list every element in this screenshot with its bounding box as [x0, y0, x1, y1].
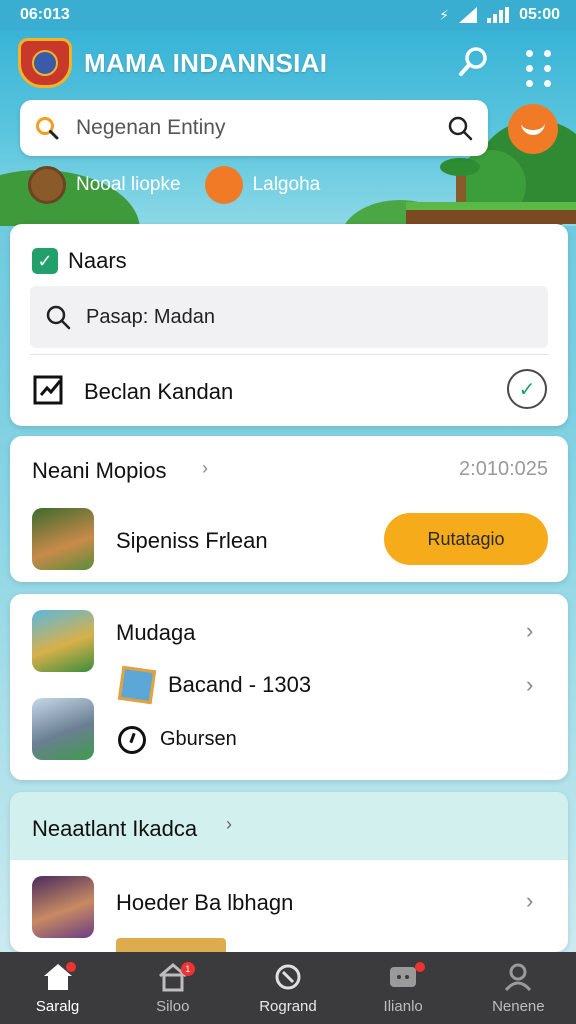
chevron-right-icon[interactable]: ›: [526, 888, 533, 914]
search-submit-icon[interactable]: [446, 114, 474, 142]
nav-label: Ilianlo: [383, 997, 423, 1015]
recent-card-title[interactable]: Neani Mopios: [32, 458, 167, 484]
search-icon: [459, 47, 487, 76]
chevron-right-icon[interactable]: ›: [526, 618, 533, 644]
list-title[interactable]: Mudaga: [116, 620, 196, 646]
list-item[interactable]: Gbursen: [160, 728, 237, 751]
search-bar[interactable]: Negenan Entiny: [20, 100, 488, 156]
recommended-title[interactable]: Neaatlant Ikadca: [32, 816, 197, 842]
mascot-icon[interactable]: [204, 166, 243, 204]
scenery-palm-leaves: [440, 158, 480, 176]
inner-search-field[interactable]: Pasap: Madan: [30, 286, 548, 348]
profile-icon: [505, 963, 532, 991]
game-thumbnail[interactable]: [32, 610, 94, 672]
edit-icon: [33, 375, 63, 405]
check-circle-icon[interactable]: ✓: [507, 369, 547, 409]
inner-search-value: Pasap: Madan: [86, 305, 215, 328]
partial-item-label: [116, 938, 226, 952]
notification-badge: 1: [180, 961, 195, 976]
chevron-right-icon[interactable]: ›: [202, 458, 208, 479]
quick-link[interactable]: Lalgoha: [253, 174, 321, 196]
recent-date: 2:010:025: [459, 458, 548, 480]
nav-label: Siloo: [156, 997, 190, 1015]
divider: [30, 354, 548, 355]
recent-card: Neani Mopios › 2:010:025 Sipeniss Frlean…: [10, 436, 568, 582]
mascot-avatar[interactable]: [508, 104, 558, 154]
recommended-card: Neaatlant Ikadca › Hoeder Ba lbhagn ›: [10, 792, 568, 952]
game-thumbnail[interactable]: [32, 876, 94, 938]
nav-tab-chat[interactable]: Ilianlo: [353, 961, 453, 1015]
chevron-right-icon[interactable]: ›: [526, 672, 533, 698]
game-name[interactable]: Sipeniss Frlean: [116, 528, 268, 554]
character-icon[interactable]: [28, 166, 66, 204]
settings-card: ✓ Naars Pasap: Madan Beclan Kandan ✓: [10, 224, 568, 426]
data-saver-icon: ⚡: [439, 6, 450, 23]
nav-tab-profile[interactable]: Nenene: [468, 962, 568, 1015]
list-item[interactable]: Bacand - 1303: [168, 672, 311, 698]
status-clock: 05:00: [519, 6, 560, 23]
quick-link[interactable]: Nooal liopke: [76, 174, 181, 196]
status-bar: 06:013 ⚡ 05:00: [0, 0, 576, 30]
app-header: MAMA INDANNSIAI Negenan Entiny Nooal lio…: [0, 30, 576, 226]
scenery-platform: [406, 202, 576, 224]
chevron-right-icon[interactable]: ›: [226, 814, 232, 835]
nav-tab-home[interactable]: Saralg: [8, 961, 108, 1015]
header-search-button[interactable]: [456, 44, 492, 80]
settings-card-title: Naars: [68, 248, 127, 273]
app-title: MAMA INDANNSIAI: [84, 48, 328, 78]
more-menu-button[interactable]: [522, 48, 552, 87]
quick-links: Nooal liopke Lalgoha: [28, 166, 320, 204]
search-icon: [36, 117, 59, 140]
nav-tab-refresh[interactable]: Rogrand: [238, 962, 338, 1015]
nav-tab-store[interactable]: 1 Siloo: [123, 961, 223, 1015]
recommended-item[interactable]: Hoeder Ba lbhagn: [116, 890, 293, 916]
cube-icon: [117, 665, 157, 705]
bottom-navigation: Saralg 1 Siloo Rogrand Ilianlo Nenene: [0, 952, 576, 1024]
signal-icon: [487, 7, 510, 23]
game-thumbnail[interactable]: [32, 698, 94, 760]
nav-label: Rogrand: [259, 997, 317, 1015]
status-time: 06:013: [20, 6, 70, 23]
app-logo[interactable]: [18, 38, 72, 88]
search-input[interactable]: Negenan Entiny: [76, 116, 446, 140]
search-icon: [46, 305, 71, 330]
play-button[interactable]: Rutatagio: [384, 513, 548, 565]
notification-dot: [415, 961, 426, 972]
option-label[interactable]: Beclan Kandan: [84, 379, 233, 405]
refresh-icon: [275, 964, 301, 989]
game-list-card: Mudaga › Bacand - 1303 › Gbursen: [10, 594, 568, 780]
logo-emblem-icon: [32, 50, 58, 76]
checkbox-checked-icon[interactable]: ✓: [32, 248, 58, 274]
notification-dot: [65, 961, 76, 972]
nav-label: Nenene: [492, 997, 545, 1015]
more-dots-icon: [526, 50, 533, 57]
smile-icon: [521, 123, 545, 135]
game-thumbnail[interactable]: [32, 508, 94, 570]
clock-icon: [118, 726, 146, 754]
status-indicators: ⚡ 05:00: [439, 6, 560, 24]
wifi-icon: [459, 7, 478, 23]
nav-label: Saralg: [35, 997, 80, 1015]
